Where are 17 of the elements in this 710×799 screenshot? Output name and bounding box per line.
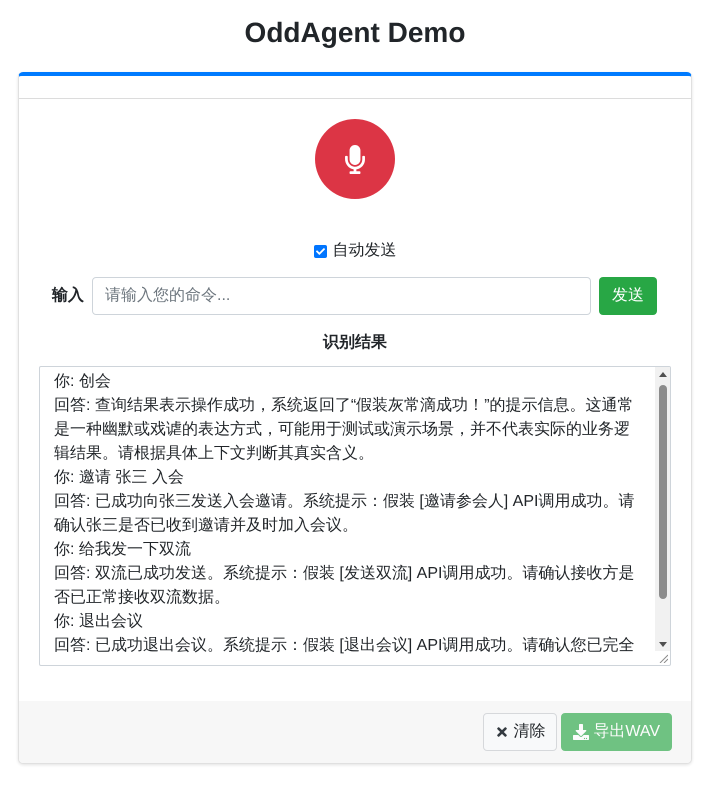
scrollbar-thumb[interactable]	[658, 385, 666, 599]
close-icon	[495, 725, 510, 739]
download-icon	[573, 724, 590, 740]
page-title: OddAgent Demo	[244, 16, 466, 50]
transcript-text: 你: 创会 回答: 查询结果表示操作成功，系统返回了“假装灰常滴成功！”的提示信息。这通常是一种幽默或戏谑的表达方式，可能用于测试或演示场景，并不代表实际的业务逻辑结果。请根据具体上下文判断其真实含义。 你: 邀请 张三 入会 回答: 已成功向张三发送入会邀请。系统提示：假装 [邀请参会人] API调用成功。请确认张三是否已收到邀请并及时加入会议。 你: 给我发一下双流 回答: 双流已成功发送。系统提示：假装 [发送双流] API调用成功。请确认接收方是否已正常接收双流数据。 你: 退出会议 回答: 已成功退出会议。系统提示：假装 [退出会议] API调用成功。请确认您已完全	[54, 372, 636, 656]
input-label: 输入	[52, 285, 84, 306]
scroll-down-icon[interactable]	[658, 642, 666, 647]
auto-send-checkbox[interactable]	[314, 244, 326, 258]
result-heading: 识别结果	[323, 332, 387, 353]
checkbox-label: 自动发送	[332, 241, 396, 261]
clear-button[interactable]: 清除	[483, 713, 558, 751]
scrollbar[interactable]	[655, 367, 670, 651]
resize-grip-icon[interactable]	[658, 653, 668, 663]
command-input-field[interactable]: 请输入您的命令...	[92, 277, 591, 315]
send-button[interactable]: 发送	[599, 277, 657, 315]
scroll-up-icon[interactable]	[658, 372, 666, 377]
microphone-icon	[344, 144, 366, 174]
